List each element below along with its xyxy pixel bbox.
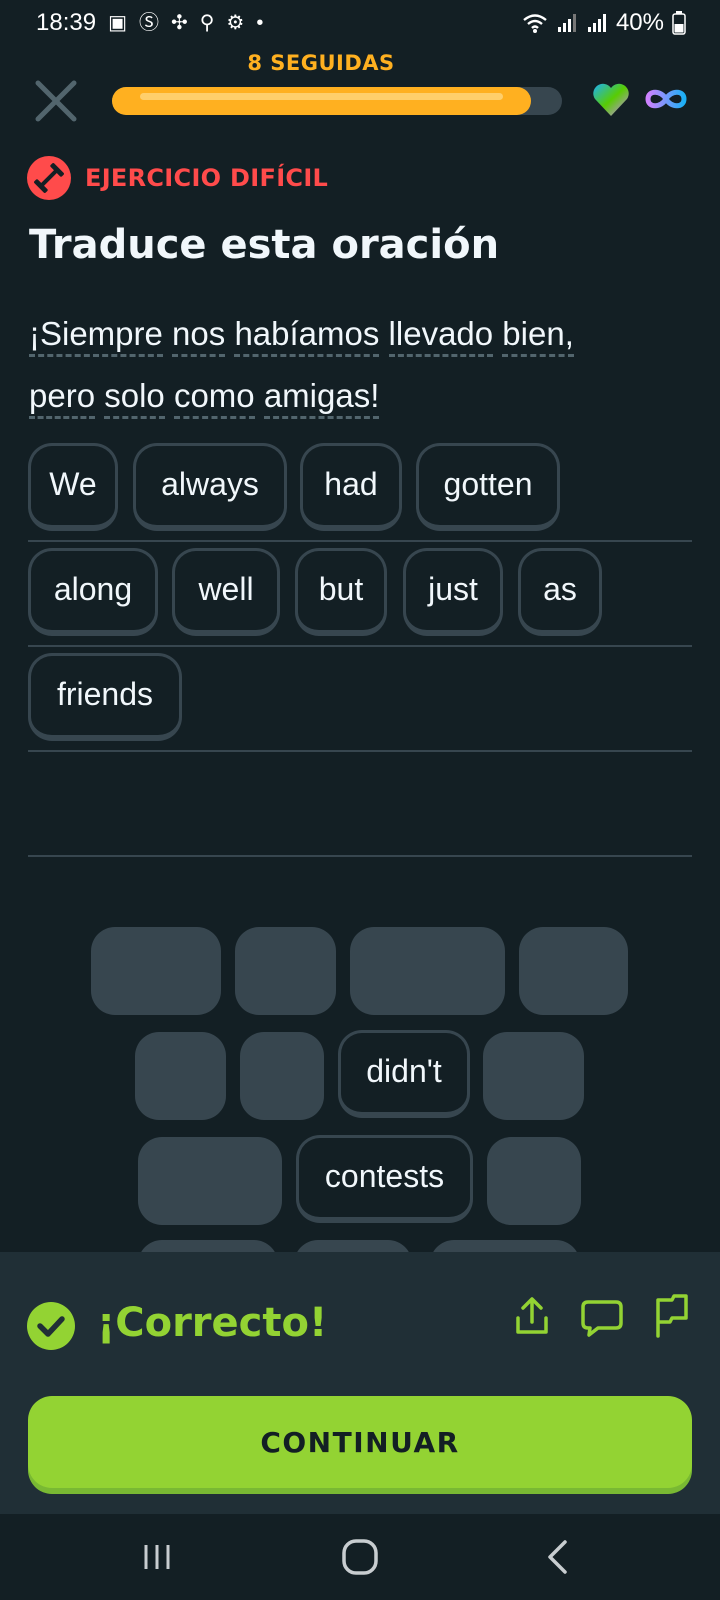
- answer-line: [28, 750, 692, 752]
- answer-line: [28, 540, 692, 542]
- prompt-word[interactable]: solo: [104, 377, 165, 419]
- answer-line: [28, 855, 692, 857]
- signal-icon-sim1: [557, 14, 576, 32]
- answer-word-chip[interactable]: as: [518, 548, 602, 636]
- hard-exercise-label: EJERCICIO DIFÍCIL: [85, 164, 329, 192]
- close-icon[interactable]: [33, 78, 79, 124]
- word-bank-empty-slot: [350, 927, 505, 1015]
- app-notification-icon: Ⓢ: [138, 12, 159, 34]
- prompt-word[interactable]: pero: [29, 377, 96, 419]
- status-bar: 18:39 ▣ Ⓢ ✣ ⚲ ⚙ • 40%: [0, 0, 720, 46]
- lesson-progress-fill: [112, 87, 531, 115]
- answer-word-chip[interactable]: well: [172, 548, 280, 636]
- word-bank-chip[interactable]: contests: [296, 1135, 473, 1223]
- prompt-word[interactable]: ¡Siempre: [29, 315, 163, 357]
- answer-word-chip[interactable]: but: [295, 548, 387, 636]
- progress-shine: [140, 93, 503, 100]
- prompt-word[interactable]: llevado: [388, 315, 494, 357]
- back-icon[interactable]: [545, 1537, 569, 1577]
- answer-word-chip[interactable]: We: [28, 443, 118, 531]
- prompt-word[interactable]: nos: [172, 315, 226, 357]
- fan-icon: ✣: [170, 12, 188, 34]
- check-circle-icon: [27, 1302, 75, 1350]
- answer-word-chip[interactable]: just: [403, 548, 503, 636]
- lesson-progress-bar: [112, 87, 562, 115]
- battery-icon: [672, 11, 686, 35]
- word-bank-empty-slot: [135, 1032, 226, 1120]
- word-bank-empty-slot: [519, 927, 628, 1015]
- word-bank-empty-slot: [483, 1032, 584, 1120]
- dumbbell-icon: [34, 163, 64, 193]
- gear-notification-icon: ⚙: [226, 12, 245, 34]
- prompt-word[interactable]: habíamos: [234, 315, 380, 357]
- answer-word-chip[interactable]: along: [28, 548, 158, 636]
- infinity-icon[interactable]: [644, 86, 688, 112]
- heart-icon[interactable]: [591, 82, 631, 118]
- gallery-notification-icon: ▣: [108, 12, 127, 34]
- answer-word-chip[interactable]: had: [300, 443, 402, 531]
- prompt-sentence: ¡Siempre nos habíamos llevado bien, pero…: [29, 303, 669, 427]
- wifi-icon: [523, 14, 547, 33]
- prompt-word[interactable]: como: [173, 377, 255, 419]
- more-notifications-dot-icon: •: [256, 12, 264, 34]
- recent-apps-icon[interactable]: [142, 1539, 174, 1575]
- word-bank-empty-slot: [91, 927, 221, 1015]
- answer-word-chip[interactable]: gotten: [416, 443, 560, 531]
- word-bank-empty-slot: [138, 1137, 282, 1225]
- streak-label: 8 SEGUIDAS: [247, 51, 395, 75]
- answer-line: [28, 645, 692, 647]
- hard-exercise-badge: [27, 156, 71, 200]
- prompt-word[interactable]: bien,: [502, 315, 574, 357]
- word-bank-empty-slot: [235, 927, 336, 1015]
- word-bank-empty-slot: [240, 1032, 324, 1120]
- word-bank-empty-slot: [487, 1137, 581, 1225]
- flag-icon[interactable]: [652, 1294, 690, 1338]
- battery-percent: 40%: [615, 9, 664, 36]
- exercise-title: Traduce esta oración: [29, 222, 500, 268]
- home-icon[interactable]: [340, 1537, 380, 1577]
- share-icon[interactable]: [514, 1296, 550, 1336]
- answer-word-chip[interactable]: friends: [28, 653, 182, 741]
- answer-word-chip[interactable]: always: [133, 443, 287, 531]
- signal-icon-sim2: [587, 14, 606, 32]
- word-bank-chip[interactable]: didn't: [338, 1030, 470, 1118]
- status-time: 18:39: [36, 9, 97, 36]
- continue-button[interactable]: CONTINUAR: [28, 1396, 692, 1488]
- location-icon: ⚲: [199, 12, 215, 34]
- comment-icon[interactable]: [580, 1298, 624, 1338]
- result-label: ¡Correcto!: [97, 1300, 328, 1346]
- prompt-word[interactable]: amigas!: [263, 377, 380, 419]
